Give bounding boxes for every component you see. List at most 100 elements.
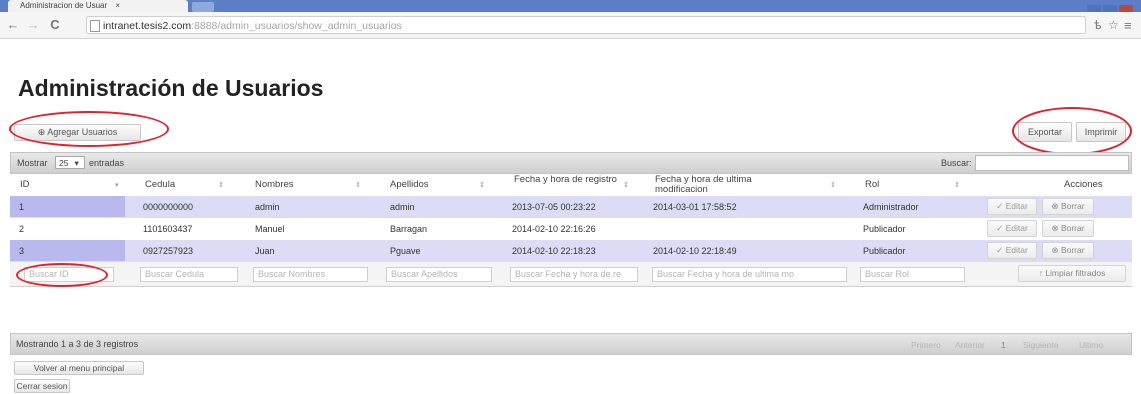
sort-icon: ⇕ (479, 182, 485, 189)
pagination-last[interactable]: Ultimo (1079, 340, 1103, 350)
col-id-header[interactable]: ID (20, 180, 30, 190)
cell-registro: 2013-07-05 00:23:22 (512, 202, 596, 212)
cell-modificacion: 2014-02-10 22:18:49 (653, 246, 737, 256)
cell-cedula: 0000000000 (143, 202, 194, 212)
back-arrow-icon[interactable]: ← (6, 17, 20, 32)
filter-apellidos-input[interactable]: Buscar Apellidos (386, 267, 492, 282)
delete-icon: ⊗ (1051, 245, 1059, 255)
edit-label: Editar (1005, 201, 1028, 211)
col-modificacion-header[interactable]: Fecha y hora de ultima modificacion (655, 175, 790, 195)
browser-tab[interactable]: Administracion de Usuar × (8, 0, 188, 12)
add-users-label: Agregar Usuarios (47, 127, 118, 137)
col-cedula-header[interactable]: Cedula (145, 180, 175, 190)
col-acciones-header: Acciones (1064, 179, 1103, 190)
id-cell-bg (10, 240, 125, 261)
page-icon (90, 20, 100, 32)
print-button[interactable]: Imprimir (1076, 122, 1126, 142)
sort-icon: ⇕ (355, 182, 361, 189)
cell-apellidos: Barragan (390, 224, 428, 234)
cell-nombres: admin (255, 202, 280, 212)
cell-cedula: 0927257923 (143, 246, 194, 256)
table-header: ID ▾ Cedula ⇕ Nombres ⇕ Apellidos ⇕ Fech… (10, 174, 1132, 197)
filter-modificacion-input[interactable]: Buscar Fecha y hora de ultima mo (652, 267, 847, 282)
reload-icon[interactable]: C (48, 17, 62, 32)
search-input[interactable] (975, 155, 1129, 171)
edit-button[interactable]: ✓ Editar (987, 220, 1037, 237)
translate-icon[interactable]: ѣ (1094, 18, 1101, 32)
tab-title: Administracion de Usuar (20, 1, 108, 10)
delete-label: Borrar (1060, 245, 1085, 255)
clear-filters-button[interactable]: ↑ Limpiar filtrados (1018, 265, 1126, 282)
filter-rol-input[interactable]: Buscar Rol (860, 267, 965, 282)
edit-button[interactable]: ✓ Editar (987, 198, 1037, 215)
url-path: :8888/admin_usuarios/show_admin_usuarios (191, 20, 402, 32)
table-row: 3 0927257923 Juan Pguave 2014-02-10 22:1… (10, 240, 1132, 263)
cell-id: 2 (19, 224, 25, 234)
entries-select[interactable]: 25 ▾ (55, 156, 85, 169)
delete-button[interactable]: ⊗ Borrar (1042, 198, 1094, 215)
bookmark-star-icon[interactable]: ☆ (1108, 18, 1119, 32)
filter-nombres-input[interactable]: Buscar Nombres (253, 267, 368, 282)
url-field[interactable]: intranet.tesis2.com:8888/admin_usuarios/… (86, 16, 1086, 34)
new-tab-button[interactable] (192, 2, 214, 12)
table-row: 1 0000000000 admin admin 2013-07-05 00:2… (10, 196, 1132, 219)
cell-apellidos: admin (390, 202, 415, 212)
chevron-down-icon: ▾ (74, 158, 79, 168)
browser-menu-icon[interactable]: ≡ (1124, 18, 1132, 33)
pagination-page-1[interactable]: 1 (1001, 340, 1006, 350)
add-icon: ⊕ (37, 127, 46, 137)
cell-id: 1 (19, 202, 25, 212)
cell-modificacion: 2014-03-01 17:58:52 (653, 202, 737, 212)
edit-label: Editar (1005, 223, 1028, 233)
delete-label: Borrar (1060, 223, 1085, 233)
show-label: Mostrar (17, 158, 48, 168)
add-users-button[interactable]: ⊕ Agregar Usuarios (14, 124, 141, 141)
edit-button[interactable]: ✓ Editar (987, 242, 1037, 259)
cell-nombres: Juan (255, 246, 275, 256)
cell-id: 3 (19, 246, 25, 256)
forward-arrow-icon[interactable]: → (26, 17, 40, 32)
cell-cedula: 1101603437 (143, 224, 193, 234)
sort-icon: ⇕ (218, 182, 224, 189)
check-icon: ✓ (996, 223, 1004, 233)
delete-button[interactable]: ⊗ Borrar (1042, 220, 1094, 237)
pagination-next[interactable]: Siguiente (1023, 340, 1058, 350)
export-button[interactable]: Exportar (1018, 122, 1072, 142)
delete-button[interactable]: ⊗ Borrar (1042, 242, 1094, 259)
sort-icon: ⇕ (623, 182, 629, 189)
entries-label: entradas (89, 158, 125, 168)
table-controls-bar: Mostrar 25 ▾ entradas Buscar: (10, 152, 1132, 174)
check-icon: ✓ (996, 245, 1004, 255)
cell-rol: Publicador (863, 224, 906, 234)
col-nombres-header[interactable]: Nombres (255, 180, 294, 190)
cell-registro: 2014-02-10 22:16:26 (512, 224, 596, 234)
filter-cedula-input[interactable]: Buscar Cedula (140, 267, 238, 282)
pagination-first[interactable]: Primero (911, 340, 941, 350)
col-rol-header[interactable]: Rol (865, 180, 879, 190)
sort-icon: ⇕ (954, 182, 960, 189)
table-info-text: Mostrando 1 a 3 de 3 registros (16, 339, 139, 349)
cell-nombres: Manuel (255, 224, 285, 234)
filter-registro-input[interactable]: Buscar Fecha y hora de re (510, 267, 638, 282)
back-to-menu-button[interactable]: Volver al menu principal (14, 361, 144, 375)
clear-filter-icon: ↑ (1038, 268, 1043, 278)
page-title: Administración de Usuarios (18, 75, 324, 101)
logout-button[interactable]: Cerrar sesion (14, 379, 70, 393)
check-icon: ✓ (996, 201, 1004, 211)
id-cell-bg (10, 196, 125, 217)
delete-label: Borrar (1060, 201, 1085, 211)
cell-rol: Publicador (863, 246, 906, 256)
pagination-prev[interactable]: Anterior (955, 340, 985, 350)
url-host: intranet.tesis2.com (103, 20, 192, 32)
col-registro-header[interactable]: Fecha y hora de registro (514, 175, 624, 185)
col-apellidos-header[interactable]: Apellidos (390, 180, 429, 190)
cell-registro: 2014-02-10 22:18:23 (512, 246, 596, 256)
sort-icon: ⇕ (830, 182, 836, 189)
edit-label: Editar (1005, 245, 1028, 255)
table-row: 2 1101603437 Manuel Barragan 2014-02-10 … (10, 218, 1132, 241)
filter-row: Buscar ID Buscar Cedula Buscar Nombres B… (10, 262, 1132, 287)
tab-close-icon[interactable]: × (115, 1, 120, 10)
delete-icon: ⊗ (1051, 201, 1059, 211)
filter-id-input[interactable]: Buscar ID (24, 267, 114, 282)
search-label: Buscar: (941, 158, 972, 168)
